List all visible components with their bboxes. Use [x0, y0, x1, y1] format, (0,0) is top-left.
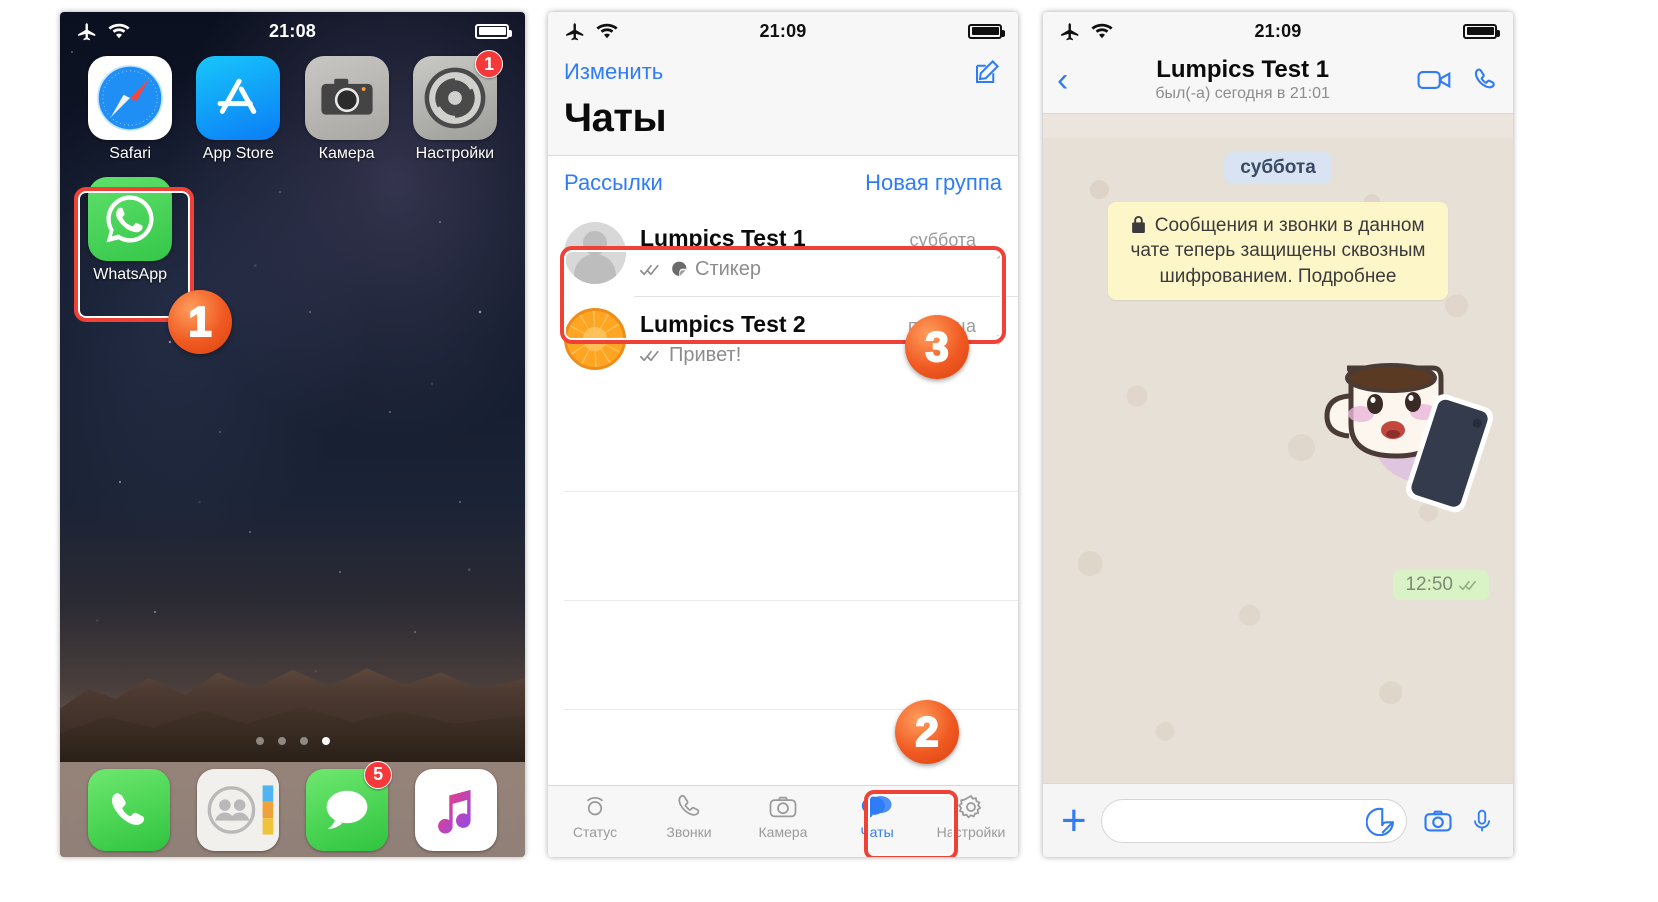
app-store-icon	[196, 56, 281, 140]
double-check-icon	[1459, 579, 1479, 592]
peer-info[interactable]: Lumpics Test 1 был(-а) сегодня в 21:01	[1078, 56, 1407, 103]
message-input-bar: +	[1043, 783, 1513, 857]
broadcast-lists-button[interactable]: Рассылки	[564, 170, 663, 196]
dock-item-music[interactable]	[415, 768, 498, 851]
peer-last-seen: был(-а) сегодня в 21:01	[1155, 85, 1330, 102]
camera-icon[interactable]	[1421, 806, 1455, 836]
new-group-button[interactable]: Новая группа	[865, 170, 1002, 196]
sticker-icon[interactable]	[1366, 806, 1396, 836]
battery-full-icon	[968, 23, 1005, 39]
navigation-bar: Изменить Чаты	[548, 50, 1018, 156]
dock-item-contacts[interactable]	[196, 768, 279, 851]
callout-number-2: 2	[895, 700, 959, 764]
app-icon-settings[interactable]: Настройки 1	[401, 50, 509, 163]
notification-badge: 5	[364, 760, 393, 789]
lock-icon	[1131, 216, 1146, 233]
callout-ring-chats-tab	[864, 790, 958, 857]
tab-status[interactable]: Статус	[548, 792, 642, 840]
conversation-body: суббота Сообщения и звонки в данном чате…	[1043, 138, 1513, 783]
page-title: Чаты	[564, 96, 667, 140]
page-dot-active	[321, 737, 330, 745]
conversation-navigation-bar: ‹ Lumpics Test 1 был(-а) сегодня в 21:01	[1043, 50, 1513, 114]
phone-1-ios-home: 21:08 Safari App Store Камера Настройки …	[60, 12, 525, 857]
coffee-cup-with-phone-sticker[interactable]	[1313, 338, 1493, 523]
message-time-status: 12:50	[1393, 570, 1489, 600]
double-check-icon	[640, 349, 662, 363]
tab-label: Камера	[758, 824, 808, 840]
status-bar: 21:08	[60, 12, 525, 50]
app-label: Настройки	[415, 145, 495, 162]
chevron-left-icon[interactable]: ‹	[1057, 63, 1068, 97]
page-dot	[255, 737, 264, 745]
page-dot	[277, 737, 286, 745]
status-bar: 21:09	[548, 12, 1018, 50]
list-actions-row: Рассылки Новая группа	[548, 156, 1018, 210]
app-label: Safari	[109, 145, 152, 162]
safari-icon	[88, 56, 173, 140]
plus-icon[interactable]: +	[1061, 798, 1087, 843]
day-separator-pill: суббота	[1224, 152, 1332, 184]
tab-label: Звонки	[666, 824, 712, 840]
encryption-notice-text: Сообщения и звонки в данном чате теперь …	[1130, 215, 1426, 287]
phone-handset-icon	[87, 768, 170, 851]
phone-3-whatsapp-chat: 21:09 ‹ Lumpics Test 1 был(-а) сегодня в…	[1043, 12, 1513, 857]
tab-label: Статус	[572, 824, 618, 840]
message-input-field[interactable]	[1100, 798, 1407, 843]
ios-dock: 5	[60, 760, 525, 857]
dock-item-messages[interactable]: 5	[306, 760, 393, 851]
tab-calls[interactable]: Звонки	[642, 792, 736, 840]
page-dot	[299, 737, 308, 745]
camera-icon	[304, 56, 389, 140]
page-indicator-dots	[60, 737, 525, 745]
status-bar-clock: 21:08	[268, 20, 317, 41]
chat-preview: Привет!	[669, 344, 742, 366]
status-bar-clock: 21:09	[759, 20, 807, 41]
phone-handset-icon[interactable]	[1471, 66, 1499, 94]
empty-list-rows	[548, 382, 1018, 710]
battery-full-icon	[1463, 23, 1500, 39]
callout-number-1: 1	[168, 290, 232, 354]
callout-number-3: 3	[905, 315, 969, 379]
edit-button[interactable]: Изменить	[564, 59, 663, 85]
video-camera-icon[interactable]	[1417, 67, 1453, 93]
status-bar: 21:09	[1043, 12, 1513, 50]
status-bar-clock: 21:09	[1254, 20, 1302, 41]
empty-row	[564, 492, 1018, 601]
music-note-icon	[415, 768, 498, 851]
contacts-icon	[196, 768, 279, 851]
empty-row	[564, 382, 1018, 492]
app-label: Камера	[318, 145, 375, 162]
message-time: 12:50	[1405, 574, 1453, 595]
notification-badge: 1	[475, 50, 503, 78]
tab-camera[interactable]: Камера	[736, 792, 830, 840]
microphone-icon[interactable]	[1469, 806, 1495, 836]
encryption-notice[interactable]: Сообщения и звонки в данном чате теперь …	[1108, 202, 1448, 300]
peer-name: Lumpics Test 1	[1156, 56, 1330, 83]
app-icon-safari[interactable]: Safari	[76, 56, 184, 163]
empty-row	[564, 601, 1018, 710]
battery-full-icon	[475, 23, 512, 39]
search-input[interactable]	[1111, 809, 1366, 832]
dock-item-phone[interactable]	[87, 768, 170, 851]
app-icon-app-store[interactable]: App Store	[184, 56, 292, 163]
app-label: App Store	[202, 145, 274, 162]
three-phone-tutorial-collage: 21:08 Safari App Store Камера Настройки …	[0, 0, 1658, 902]
compose-pencil-icon[interactable]	[972, 57, 1002, 87]
app-icon-camera[interactable]: Камера	[293, 56, 401, 163]
